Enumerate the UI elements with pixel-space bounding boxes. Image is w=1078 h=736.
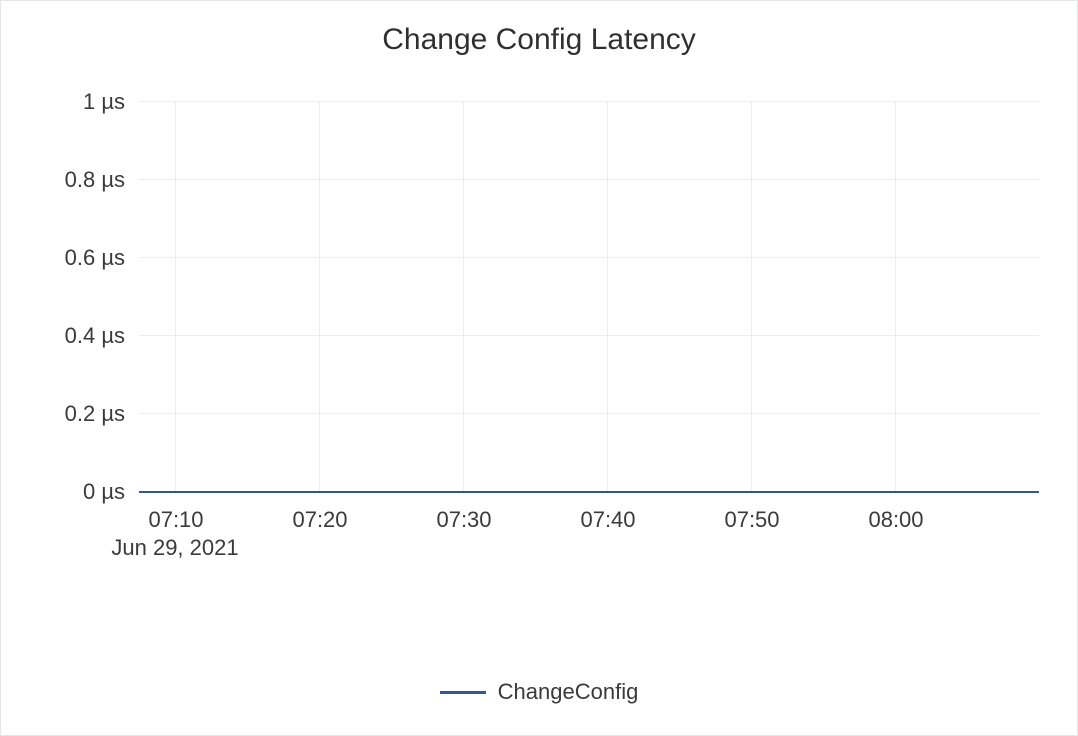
x-tick: 07:40 [580, 507, 635, 533]
x-tick: 07:20 [292, 507, 347, 533]
y-tick: 0.8 µs [65, 167, 125, 193]
legend-label: ChangeConfig [498, 679, 639, 705]
x-date-label: Jun 29, 2021 [111, 535, 238, 561]
plot-area: 0 µs 0.2 µs 0.4 µs 0.6 µs 0.8 µs 1 µs 07… [139, 101, 1039, 491]
y-tick: 0.2 µs [65, 401, 125, 427]
x-tick: 07:50 [724, 507, 779, 533]
y-tick: 0.6 µs [65, 245, 125, 271]
legend-item: ChangeConfig [440, 679, 639, 705]
x-tick: 07:30 [436, 507, 491, 533]
chart-card: Change Config Latency 0 µs 0.2 µs 0.4 µs… [0, 0, 1078, 736]
legend-swatch [440, 691, 486, 694]
y-tick: 1 µs [83, 89, 125, 115]
chart-legend: ChangeConfig [1, 679, 1077, 705]
chart-title: Change Config Latency [1, 1, 1077, 57]
series-line-changeconfig [139, 491, 1039, 493]
y-tick: 0 µs [83, 479, 125, 505]
y-tick: 0.4 µs [65, 323, 125, 349]
x-tick: 08:00 [868, 507, 923, 533]
x-tick: 07:10 [148, 507, 203, 533]
